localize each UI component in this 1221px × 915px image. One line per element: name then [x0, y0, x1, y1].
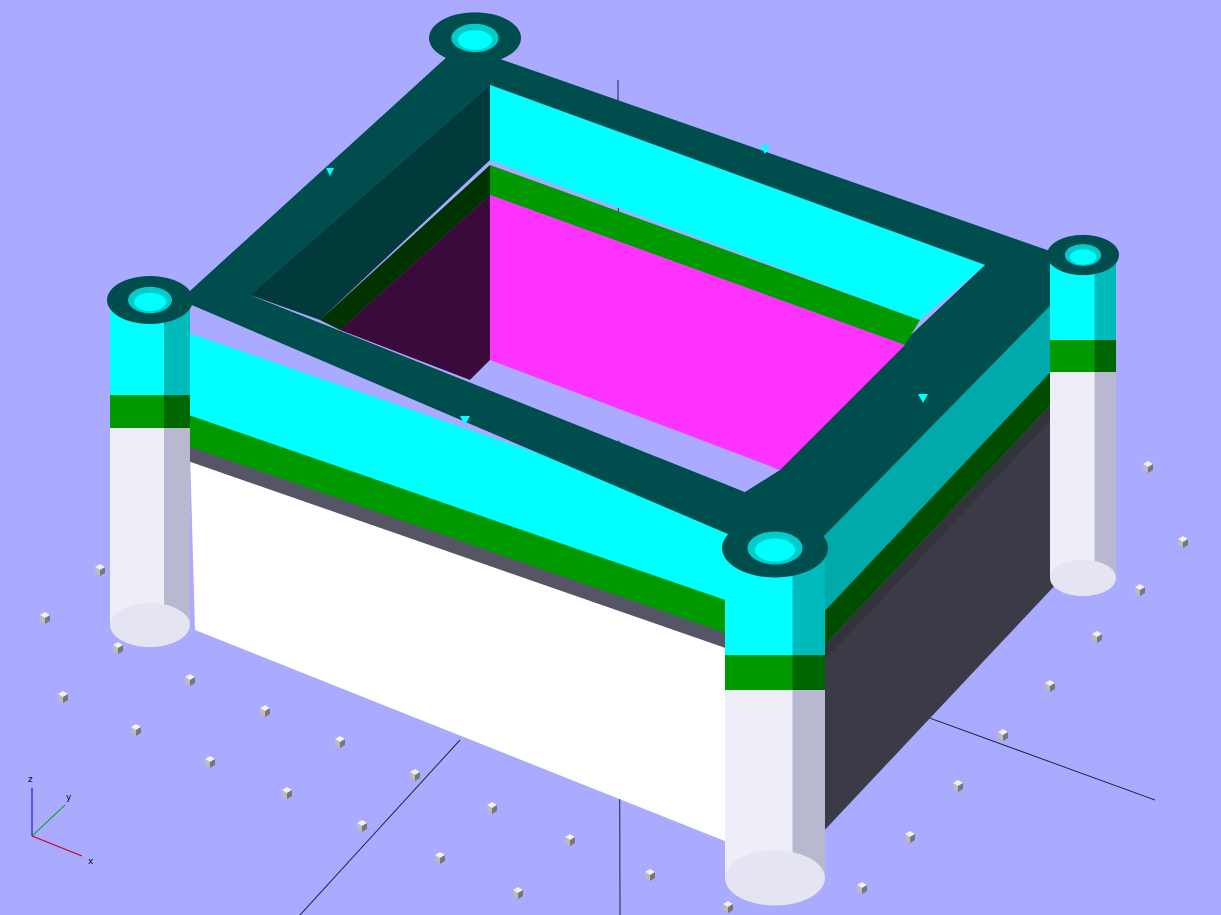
grid-marker	[113, 642, 123, 654]
corner-post-front-right	[722, 518, 828, 906]
rendered-model-scene: z y x	[28, 12, 1188, 915]
corner-post-back-left	[429, 12, 521, 64]
axes-indicator: z y x	[28, 775, 94, 867]
y-axis-line	[299, 739, 461, 915]
corner-post-front-left	[107, 276, 193, 647]
grid-marker	[513, 887, 523, 899]
grid-marker	[487, 802, 497, 814]
grid-marker	[1092, 631, 1102, 643]
grid-marker	[185, 674, 195, 686]
grid-marker	[905, 831, 915, 843]
grid-marker	[953, 780, 963, 792]
grid-marker	[645, 869, 655, 881]
grid-marker	[435, 852, 445, 864]
axis-y-label: y	[66, 793, 72, 803]
grid-marker	[723, 901, 733, 913]
grid-marker	[282, 787, 292, 799]
grid-marker	[205, 756, 215, 768]
grid-marker	[1045, 680, 1055, 692]
axis-x-label: x	[88, 857, 94, 867]
grid-marker	[410, 769, 420, 781]
axis-y-line	[31, 804, 66, 837]
grid-marker	[131, 724, 141, 736]
grid-marker	[335, 736, 345, 748]
3d-viewport[interactable]: z y x	[0, 0, 1221, 915]
grid-marker	[1143, 461, 1153, 473]
grid-marker	[1178, 536, 1188, 548]
grid-marker	[565, 834, 575, 846]
grid-marker	[357, 820, 367, 832]
grid-marker	[998, 729, 1008, 741]
corner-post-back-right	[1047, 234, 1119, 597]
axis-z-label: z	[28, 775, 33, 785]
grid-marker	[1135, 584, 1145, 596]
grid-marker	[857, 882, 867, 894]
grid-marker	[58, 691, 68, 703]
grid-marker	[260, 705, 270, 717]
grid-marker	[40, 612, 50, 624]
grid-marker	[95, 564, 105, 576]
axis-x-line	[31, 835, 83, 857]
